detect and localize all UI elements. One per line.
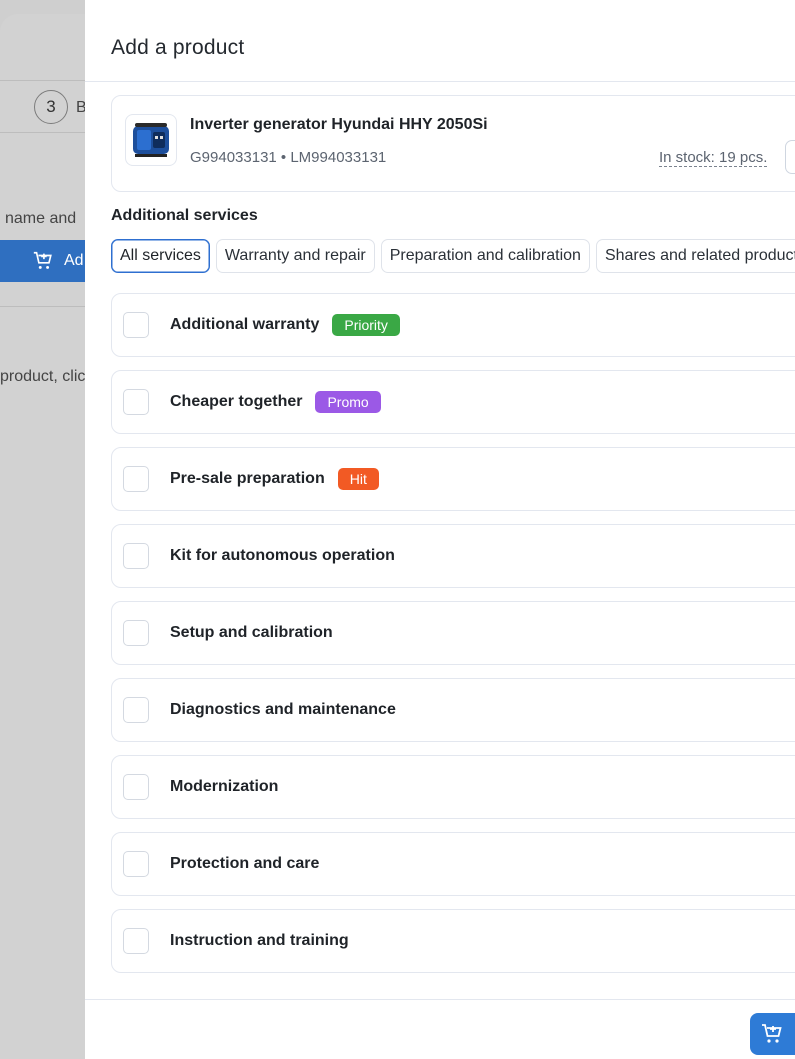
priority-badge: Priority [332, 314, 400, 336]
service-checkbox[interactable] [123, 928, 149, 954]
service-item[interactable]: Kit for autonomous operation [111, 524, 795, 588]
generator-image [133, 123, 169, 157]
service-item[interactable]: Modernization [111, 755, 795, 819]
cart-add-icon [762, 1024, 782, 1043]
tab-shares-related[interactable]: Shares and related products [595, 239, 795, 273]
product-codes: G994033131 • LM994033131 [190, 149, 387, 166]
service-label: Modernization [170, 778, 279, 795]
modal-footer [85, 999, 795, 1059]
modal-title: Add a product [111, 36, 245, 59]
hit-badge: Hit [337, 468, 379, 490]
service-checkbox[interactable] [123, 774, 149, 800]
service-item[interactable]: Additional warranty Priority [111, 293, 795, 357]
services-list: Additional warranty Priority Cheaper tog… [111, 293, 795, 986]
add-product-modal: Add a product Inverter generator Hyundai… [85, 0, 795, 1059]
background-text: product, clic [0, 368, 86, 385]
modal-header: Add a product [85, 0, 795, 82]
service-label: Cheaper together [170, 393, 303, 410]
service-checkbox[interactable] [123, 697, 149, 723]
step-indicator: 3 [34, 90, 68, 124]
service-checkbox[interactable] [123, 312, 149, 338]
service-item[interactable]: Protection and care [111, 832, 795, 896]
tab-warranty-repair[interactable]: Warranty and repair [215, 239, 375, 273]
service-checkbox[interactable] [123, 389, 149, 415]
tab-all-services[interactable]: All services [111, 239, 210, 273]
quantity-field[interactable] [785, 140, 795, 174]
tab-preparation-calibration[interactable]: Preparation and calibration [380, 239, 590, 273]
service-label: Additional warranty [170, 316, 320, 333]
service-checkbox[interactable] [123, 543, 149, 569]
cart-add-icon [33, 251, 52, 269]
service-label: Protection and care [170, 855, 320, 872]
services-title: Additional services [111, 207, 258, 224]
service-item[interactable]: Diagnostics and maintenance [111, 678, 795, 742]
service-checkbox[interactable] [123, 620, 149, 646]
service-label: Pre-sale preparation [170, 470, 325, 487]
service-item[interactable]: Pre-sale preparation Hit [111, 447, 795, 511]
service-item[interactable]: Setup and calibration [111, 601, 795, 665]
service-label: Diagnostics and maintenance [170, 701, 396, 718]
service-label: Instruction and training [170, 932, 349, 949]
product-card: Inverter generator Hyundai HHY 2050Si G9… [111, 95, 795, 192]
service-label: Setup and calibration [170, 624, 333, 641]
product-name: Inverter generator Hyundai HHY 2050Si [190, 116, 488, 133]
stock-link[interactable]: In stock: 19 pcs. [659, 149, 768, 167]
service-tabs: All services Warranty and repair Prepara… [111, 239, 795, 273]
background-text: name and [5, 210, 77, 227]
service-item[interactable]: Cheaper together Promo [111, 370, 795, 434]
service-checkbox[interactable] [123, 466, 149, 492]
background-add-label: Ad [64, 252, 84, 269]
service-label: Kit for autonomous operation [170, 547, 395, 564]
service-item[interactable]: Instruction and training [111, 909, 795, 973]
promo-badge: Promo [315, 391, 381, 413]
add-to-order-button[interactable] [750, 1013, 795, 1055]
service-checkbox[interactable] [123, 851, 149, 877]
product-image [125, 114, 177, 166]
